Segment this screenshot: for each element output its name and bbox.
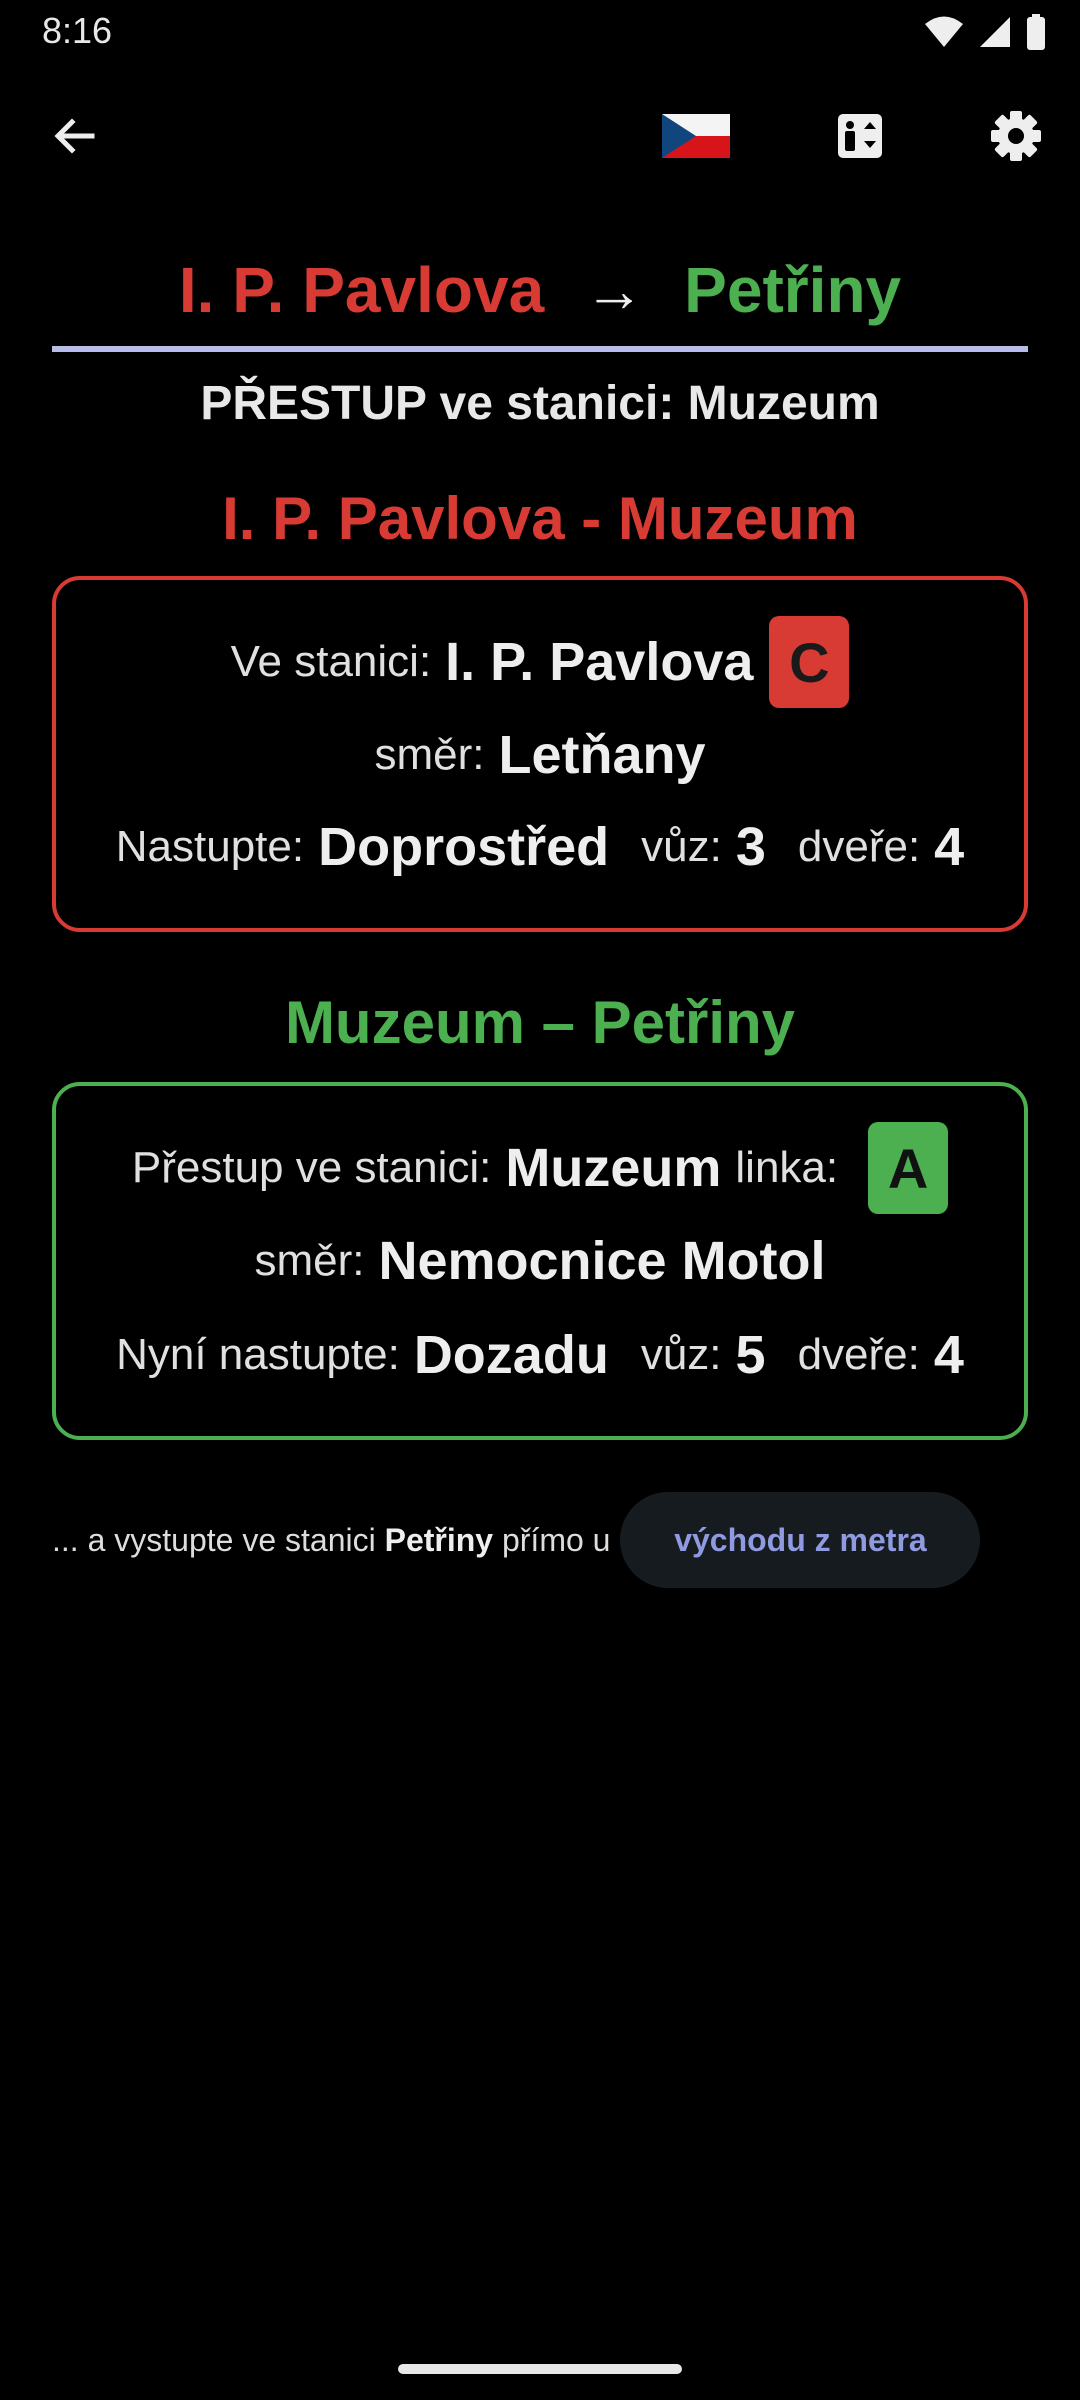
elevator-icon [838,114,882,158]
line-label: linka: [735,1143,839,1192]
direction-value: Letňany [498,725,706,785]
exit-station: Petřiny [384,1521,494,1558]
station-label: Přestup ve stanici: [131,1143,492,1192]
car-label: vůz: [641,822,722,871]
line-badge: C [769,616,850,708]
back-button[interactable] [34,96,114,176]
status-bar: 8:16 [0,0,1080,62]
board-label: Nastupte: [115,822,305,871]
metro-exit-button[interactable]: východu z metra [620,1492,981,1588]
door-label: dveře: [797,1330,920,1379]
segment1-title: I. P. Pavlova - Muzeum [222,485,858,552]
car-label: vůz: [640,1330,722,1379]
board-value: Dozadu [413,1325,609,1385]
exit-info-text: ... a vystupte ve stanici Petřiny přímo … [52,1522,610,1559]
station-label: Ve stanici: [230,637,432,686]
settings-button[interactable] [976,96,1056,176]
door-value: 4 [934,817,965,877]
status-icons [924,12,1046,52]
exit-prefix: ... a vystupte ve stanici [52,1521,376,1558]
door-value: 4 [933,1325,964,1385]
segment2-card: Přestup ve stanici: Muzeum linka: A směr… [52,1082,1028,1440]
route-from: I. P. Pavlova [178,254,545,326]
gear-icon [991,111,1041,161]
board-label: Nyní nastupte: [116,1330,400,1379]
language-button[interactable] [656,96,736,176]
czech-flag-icon [662,114,730,158]
segment1-direction-row: směr: Letňany [56,720,1024,790]
direction-label: směr: [374,730,485,779]
station-name: Muzeum [505,1138,722,1198]
segment1-card: Ve stanici: I. P. Pavlova C směr: Letňan… [52,576,1028,932]
app-bar [0,96,1080,176]
back-arrow-icon [54,118,95,154]
elevator-button[interactable] [820,96,900,176]
direction-label: směr: [254,1236,365,1285]
segment1-boarding-row: Nastupte: Doprostřed vůz: 3 dveře: 4 [56,812,1024,882]
route-arrow: → [584,256,645,324]
segment2-direction-row: směr: Nemocnice Motol [56,1226,1024,1296]
line-badge: A [868,1122,949,1214]
route-divider [52,346,1028,352]
cellular-signal-icon [980,17,1010,47]
exit-suffix: přímo u [501,1521,611,1558]
home-indicator[interactable] [398,2364,682,2374]
segment2-station-row: Přestup ve stanici: Muzeum linka: A [56,1122,1024,1214]
station-name: I. P. Pavlova [445,632,754,692]
door-label: dveře: [797,822,921,871]
exit-info: ... a vystupte ve stanici Petřiny přímo … [52,1492,1028,1588]
route-title: I. P. Pavlova → Petřiny [52,250,1028,330]
wifi-icon [925,16,963,47]
segment2-title: Muzeum – Petřiny [284,989,796,1056]
direction-value: Nemocnice Motol [378,1231,826,1291]
segment1-station-row: Ve stanici: I. P. Pavlova C [56,616,1024,708]
battery-icon [1027,14,1045,50]
transfer-info: PŘESTUP ve stanici: Muzeum [200,377,880,430]
status-time: 8:16 [42,10,113,51]
car-value: 3 [735,817,766,877]
route-to: Petřiny [684,254,902,326]
segment2-boarding-row: Nyní nastupte: Dozadu vůz: 5 dveře: 4 [56,1320,1024,1390]
car-value: 5 [735,1325,766,1385]
board-value: Doprostřed [318,817,610,877]
